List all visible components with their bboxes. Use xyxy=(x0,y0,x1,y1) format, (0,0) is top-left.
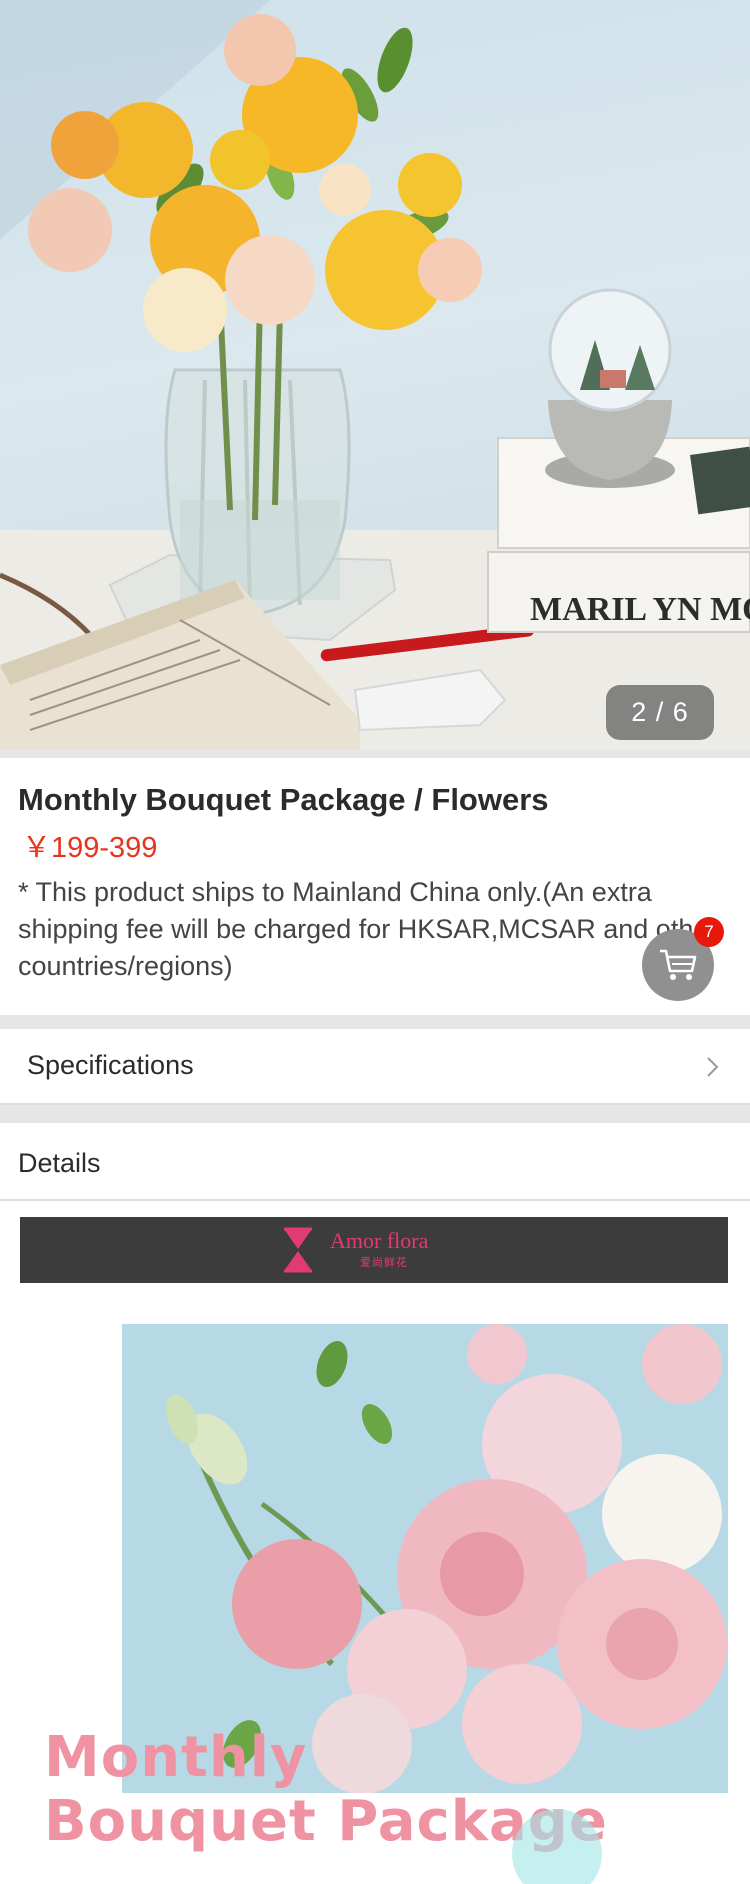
brand-subtitle: 爱尚鲜花 xyxy=(360,1256,408,1269)
product-title: Monthly Bouquet Package / Flowers xyxy=(18,782,549,817)
overlay-title-line1: Monthly xyxy=(44,1725,308,1790)
detail-flower-photo xyxy=(122,1324,728,1793)
specifications-label: Specifications xyxy=(27,1050,194,1080)
cart-icon xyxy=(660,949,697,980)
cart-count-badge: 7 xyxy=(694,917,724,947)
brand-name: Amor flora xyxy=(330,1228,429,1253)
book-spine-text: MARIL YN MO xyxy=(530,591,750,628)
image-index-indicator: 2 / 6 xyxy=(606,685,714,740)
details-content: Amor flora 爱尚鲜花 Monthly Bouquet Package xyxy=(0,1201,750,1884)
brand-banner: Amor flora 爱尚鲜花 xyxy=(20,1217,728,1283)
divider xyxy=(0,750,750,758)
product-photo: MARIL YN MO xyxy=(0,0,750,750)
product-price: ￥199-399 xyxy=(22,832,158,864)
divider xyxy=(0,1015,750,1029)
divider xyxy=(0,1105,750,1123)
details-header: Details xyxy=(0,1123,750,1201)
product-info: Monthly Bouquet Package / Flowers ￥199-3… xyxy=(0,758,750,1015)
amor-flora-logo-icon xyxy=(284,1227,312,1273)
product-image-carousel[interactable]: MARIL YN MO 2 / 6 xyxy=(0,0,750,750)
details-label: Details xyxy=(18,1148,101,1178)
chevron-right-icon xyxy=(707,1057,719,1077)
shipping-note: * This product ships to Mainland China o… xyxy=(18,877,718,981)
specifications-row[interactable]: Specifications xyxy=(0,1029,750,1105)
